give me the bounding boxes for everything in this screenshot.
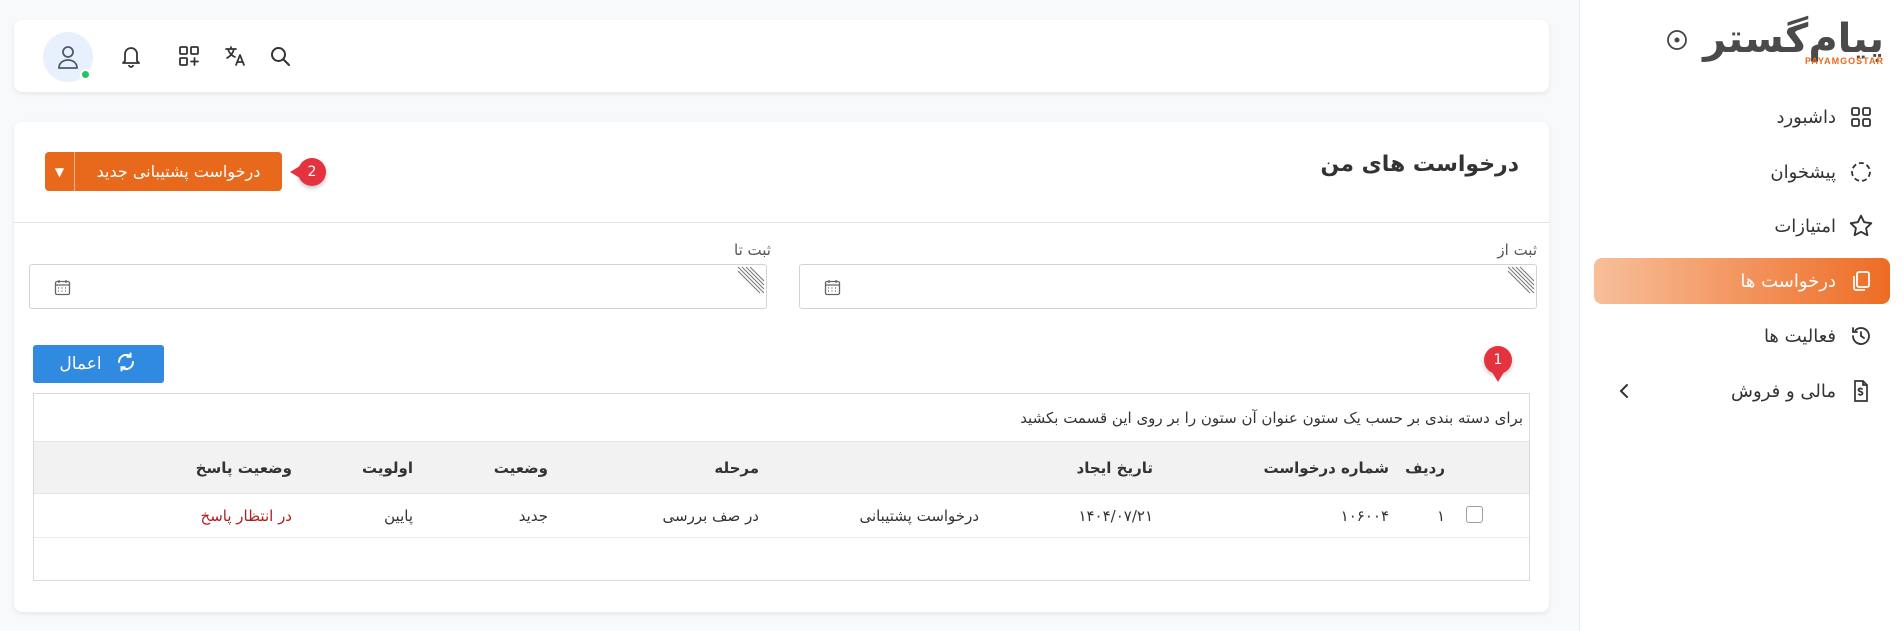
search-icon[interactable] [266,42,294,70]
page-title: درخواست های من [1320,152,1519,177]
main-panel: درخواست های من درخواست پشتیبانی جدید ▼ 2… [14,122,1549,612]
cell-stage: در صف بررسی [662,506,760,525]
from-date-input[interactable] [799,264,1537,309]
copy-icon [1848,268,1874,294]
chevron-left-icon[interactable] [1614,380,1636,402]
new-support-request-label: درخواست پشتیبانی جدید [96,162,261,181]
logo[interactable]: پیام‌گستر PAYAMGOSTAR [1703,16,1885,66]
sidebar-item-points[interactable]: امتیازات [1594,203,1890,249]
to-date-label: ثبت تا [734,241,771,259]
requests-grid: برای دسته بندی بر حسب یک ستون عنوان آن س… [33,393,1530,581]
cell-priority: پایین [384,506,413,525]
col-header-created-date[interactable]: تاریخ ایجاد [1077,442,1153,493]
apply-label: اعمال [59,354,102,374]
sidebar-item-label: درخواست ها [1740,270,1836,292]
sidebar-pin-icon[interactable] [1665,28,1689,52]
row-checkbox[interactable] [1466,506,1483,523]
logo-text: پیام‌گستر [1703,16,1885,62]
resize-corner-icon [1506,265,1536,295]
apply-button[interactable]: اعمال [33,345,164,383]
col-header-stage[interactable]: مرحله [714,442,759,493]
calendar-icon[interactable] [54,279,71,296]
sidebar-item-label: فعالیت ها [1763,325,1836,347]
dropdown-caret-icon[interactable]: ▼ [45,152,75,191]
col-header-row-number[interactable]: ردیف [1405,442,1445,493]
group-drop-panel[interactable]: برای دسته بندی بر حسب یک ستون عنوان آن س… [34,394,1529,441]
group-hint: برای دسته بندی بر حسب یک ستون عنوان آن س… [1020,408,1523,427]
cell-response-status: در انتظار پاسخ [200,506,292,525]
to-date-input[interactable] [29,264,767,309]
user-icon [58,46,78,69]
cell-request-number: ۱۰۶۰۰۴ [1340,506,1389,525]
from-date-label: ثبت از [1497,241,1537,259]
apps-add-icon[interactable] [175,42,203,70]
sidebar-item-dashboard[interactable]: داشبورد [1594,94,1890,140]
divider [14,222,1549,223]
translate-icon[interactable] [222,42,250,70]
dashed-circle-icon [1848,159,1874,185]
col-header-priority[interactable]: اولویت [362,442,413,493]
annotation-badge-1: 1 [1484,346,1512,382]
online-status-dot [80,69,91,80]
sidebar-item-label: پیشخوان [1770,161,1836,183]
sidebar-item-label: مالی و فروش [1731,380,1836,402]
star-icon [1848,213,1874,239]
calendar-icon[interactable] [824,279,841,296]
resize-corner-icon [736,265,766,295]
sidebar-item-desk[interactable]: پیشخوان [1594,149,1890,195]
cell-request-type: درخواست پشتیبانی [859,506,979,525]
sidebar: پیام‌گستر PAYAMGOSTAR داشبورد پیشخوان ام… [1579,0,1904,631]
sidebar-item-requests[interactable]: درخواست ها [1594,258,1890,304]
new-support-request-button[interactable]: درخواست پشتیبانی جدید ▼ [45,152,282,191]
table-header: ردیف شماره درخواست تاریخ ایجاد مرحله وضع… [34,441,1529,494]
invoice-icon [1848,378,1874,404]
col-header-status[interactable]: وضعیت [494,442,548,493]
user-avatar[interactable] [43,32,93,82]
history-icon [1848,323,1874,349]
sidebar-item-activities[interactable]: فعالیت ها [1594,313,1890,359]
annotation-badge-2: 2 [290,158,326,186]
sidebar-item-finance[interactable]: مالی و فروش [1594,368,1890,414]
cell-created-date: ۱۴۰۴/۰۷/۲۱ [1078,506,1153,525]
topbar [14,20,1549,92]
bell-icon[interactable] [117,42,145,70]
col-header-response-status[interactable]: وضعیت پاسخ [196,442,292,493]
table-row[interactable]: ۱ ۱۰۶۰۰۴ ۱۴۰۴/۰۷/۲۱ درخواست پشتیبانی در … [34,494,1529,538]
sidebar-item-label: داشبورد [1776,106,1836,128]
sidebar-item-label: امتیازات [1774,215,1836,237]
refresh-icon [114,350,138,379]
grid-icon [1848,104,1874,130]
col-header-request-number[interactable]: شماره درخواست [1264,442,1389,493]
cell-row-number: ۱ [1436,506,1445,525]
cell-status: جدید [518,506,548,525]
